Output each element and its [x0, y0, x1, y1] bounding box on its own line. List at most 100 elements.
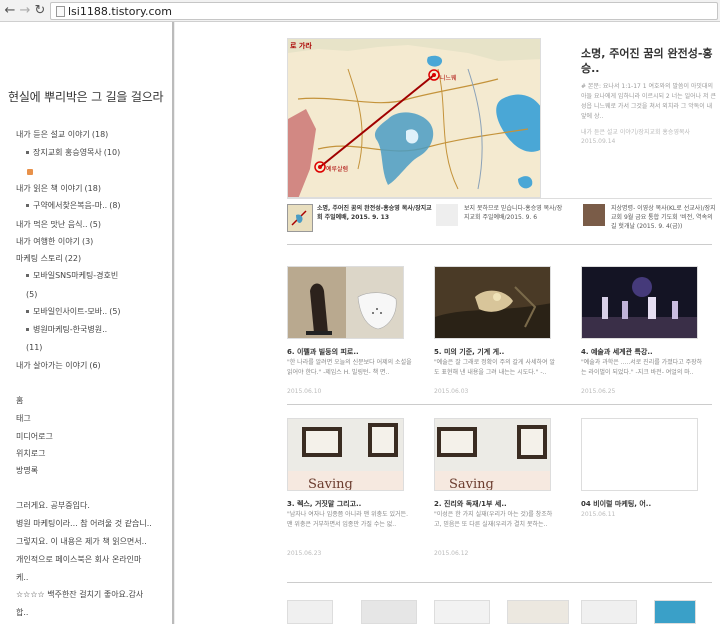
post-card-title[interactable]: 3. 렉스, 거짓말 그리고.. [287, 499, 412, 509]
post-card-title[interactable]: 5. 미의 기준, 기계 게.. [434, 347, 559, 357]
post-card-title[interactable]: 4. 예술과 세계관 특강.. [581, 347, 706, 357]
category-item[interactable]: 마케팅 스토리 (22) [16, 253, 81, 264]
art-image [288, 267, 403, 338]
recent-comment[interactable]: 그러게요. 공부중입다. [16, 500, 90, 511]
mini-post-title: 지상명령- 이영상 목사(KL로 선교사)/장지교회 9월 금요 통합 기도회 … [611, 205, 716, 230]
divider-line [287, 198, 712, 199]
subcategory-item[interactable]: 병원마케팅-한국병원.. [26, 324, 109, 335]
menu-locationlog[interactable]: 위치로그 [16, 448, 45, 459]
menu-home[interactable]: 홈 [16, 395, 23, 406]
featured-date: 2015.09.14 [581, 138, 616, 145]
mini-post[interactable]: 소명, 주어진 꿈의 완전성-홍승영 목사/장지교회 주일예배, 2015. 9… [287, 204, 432, 236]
map-illustration [288, 39, 540, 197]
post-card[interactable]: 6. 이펠과 빌둥의 피로.. "한 나라를 알려면 오늘의 신문보다 어제의 … [287, 266, 412, 396]
forward-arrow-icon[interactable]: → [17, 3, 33, 19]
address-bar[interactable]: lsi1188.tistory.com [50, 2, 718, 20]
post-card-date: 2015.06.11 [581, 511, 616, 518]
post-card-date: 2015.06.03 [434, 388, 469, 395]
recent-comment[interactable]: ☆☆☆☆ 백주한잔 걸치기 좋아요.감사 [16, 589, 143, 600]
post-card-date: 2015.06.12 [434, 550, 469, 557]
featured-category[interactable]: 내가 듣은 설교 이야기/장지교회 홍승영목사 [581, 128, 717, 137]
featured-meta: 내가 듣은 설교 이야기/장지교회 홍승영목사 2015.09.14 [581, 128, 717, 146]
post-card-desc: "남자나 여자나 임종쯤 아니라 맨 위충도 있거든. 맨 위충은 거부하면서 … [287, 511, 408, 528]
post-card-title[interactable]: 2. 진리와 독재/1부 세.. [434, 499, 559, 509]
image-text: Saving [449, 477, 494, 491]
bullet-icon [26, 204, 29, 207]
category-item[interactable]: 내가 여행한 이야기 (3) [16, 236, 93, 247]
menu-medialog[interactable]: 미디어로그 [16, 431, 53, 442]
subcategory-count: (11) [26, 343, 43, 352]
mini-post-title: 보지 못하므로 믿습니다-홍승영 목사/장지교회 주일예배/2015. 9. 6 [464, 205, 563, 221]
reload-icon[interactable]: ↻ [32, 3, 48, 19]
post-card-desc: "이성은 한 가지 실재(우리가 아는 것)를 창조하고, 믿음은 또 다른 실… [434, 511, 553, 528]
post-thumb[interactable] [507, 600, 569, 624]
mini-post[interactable]: 지상명령- 이영상 목사(KL로 선교사)/장지교회 9월 금요 통합 기도회 … [583, 204, 719, 236]
mini-post[interactable]: 보지 못하므로 믿습니다-홍승영 목사/장지교회 주일예배/2015. 9. 6 [436, 204, 566, 236]
image-text: Saving [308, 477, 353, 491]
post-card-date: 2015.06.25 [581, 388, 616, 395]
sidebar: 현실에 뿌리박은 그 길을 걸으라 내가 듣은 설교 이야기 (18) 장지교회 … [0, 22, 172, 624]
recent-comment[interactable]: 병원 마케팅이라... 참 어려울 것 같습니.. [16, 518, 152, 529]
post-card-desc: "한 나라를 알려면 오늘의 신문보다 어제의 소설을 읽어야 한다." -제임… [287, 359, 412, 376]
post-card-title[interactable]: 04 비이럴 마케팅, 어.. [581, 499, 706, 509]
divider-line [287, 582, 712, 583]
post-thumb[interactable] [361, 600, 417, 624]
post-thumb[interactable] [287, 600, 333, 624]
recent-comment-cont[interactable]: 합.. [16, 607, 28, 618]
post-card-desc: "예술과 과학은 .....서로 진리를 가졌다고 주장하는 라이벌이 되었다.… [581, 359, 703, 376]
category-item[interactable]: 내가 읽은 책 이야기 (18) [16, 183, 101, 194]
bullet-icon [26, 310, 29, 313]
featured-description: # 본문: 요나서 1:1-17 1 여호와의 말씀이 아밋대의 아들 요나에게… [581, 83, 716, 120]
thumb-map-icon [288, 205, 312, 231]
browser-toolbar: ← → ↻ lsi1188.tistory.com [0, 0, 720, 22]
map-label: 로 가라 [290, 42, 312, 50]
post-thumb[interactable] [581, 600, 637, 624]
main-content: 로 가라 니느웨 예루살렘 소명, 주어진 꿈의 완전성-홍승.. # 본문: … [175, 22, 720, 624]
divider-line [287, 244, 712, 245]
bullet-icon [26, 274, 29, 277]
featured-title[interactable]: 소명, 주어진 꿈의 완전성-홍승.. [581, 46, 717, 76]
bullet-icon [26, 328, 29, 331]
map-label: 예루살렘 [326, 166, 349, 173]
mini-post-thumb [436, 204, 458, 226]
post-thumb[interactable] [654, 600, 696, 624]
painting-image [435, 267, 550, 338]
category-item[interactable]: 내가 살아가는 이야기 (6) [16, 360, 101, 371]
post-card-date: 2015.06.10 [287, 388, 322, 395]
recent-comment[interactable]: 그렇지요. 이 내용은 제가 책 읽으면서.. [16, 536, 147, 547]
blog-title[interactable]: 현실에 뿌리박은 그 길을 걸으라 [8, 88, 164, 105]
post-card[interactable]: Saving 3. 렉스, 거짓말 그리고.. "남자나 여자나 임종쯤 아니라… [287, 418, 408, 568]
post-card[interactable]: 04 비이럴 마케팅, 어.. 2015.06.11 [581, 418, 698, 568]
post-card-date: 2015.06.23 [287, 550, 322, 557]
subcategory-item[interactable]: 모바일인사이트-모바.. (5) [26, 306, 121, 317]
mini-post-thumb [287, 204, 313, 232]
featured-image[interactable]: 로 가라 니느웨 예루살렘 [287, 38, 541, 198]
back-arrow-icon[interactable]: ← [2, 3, 18, 19]
url-text: lsi1188.tistory.com [68, 5, 172, 18]
rss-icon[interactable] [27, 169, 33, 175]
post-card-image: Saving [287, 418, 404, 491]
subcategory-count: (5) [26, 290, 38, 299]
post-card-image [434, 266, 551, 339]
post-card-desc: "예술은 잘 그래로 정확이 주의 갈게 사세하여 알도 표현해 낸 내용을 그… [434, 359, 555, 376]
post-card-image-empty [581, 418, 698, 491]
post-card[interactable]: Saving 2. 진리와 독재/1부 세.. "이성은 한 가지 실재(우리가… [434, 418, 552, 568]
category-item[interactable]: 내가 먹은 맛난 음식.. (5) [16, 219, 101, 230]
recent-comment[interactable]: 개인적으로 페이스북은 회사 온라인마 [16, 554, 141, 565]
recent-comment-cont[interactable]: 케.. [16, 572, 28, 583]
post-card-image [287, 266, 404, 339]
page-icon [56, 6, 65, 17]
map-label: 니느웨 [440, 75, 457, 82]
post-card[interactable]: 5. 미의 기준, 기계 게.. "예술은 잘 그래로 정확이 주의 갈게 사세… [434, 266, 555, 396]
category-item[interactable]: 내가 듣은 설교 이야기 (18) [16, 129, 108, 140]
subcategory-item[interactable]: 모바일SNS마케팅-경호빈 [26, 270, 120, 281]
mini-post-title: 소명, 주어진 꿈의 완전성-홍승영 목사/장지교회 주일예배, 2015. 9… [317, 205, 432, 221]
subcategory-item[interactable]: 구약에서찾은복음-마.. (8) [26, 200, 121, 211]
post-thumb[interactable] [434, 600, 490, 624]
post-card[interactable]: 4. 예술과 세계관 특강.. "예술과 과학은 .....서로 진리를 가졌다… [581, 266, 702, 396]
post-card-image: Saving [434, 418, 551, 491]
menu-guestbook[interactable]: 방명록 [16, 465, 38, 476]
subcategory-item[interactable]: 장지교회 홍승영목사 (10) [26, 147, 120, 158]
menu-tag[interactable]: 태그 [16, 413, 31, 424]
post-card-title[interactable]: 6. 이펠과 빌둥의 피로.. [287, 347, 412, 357]
